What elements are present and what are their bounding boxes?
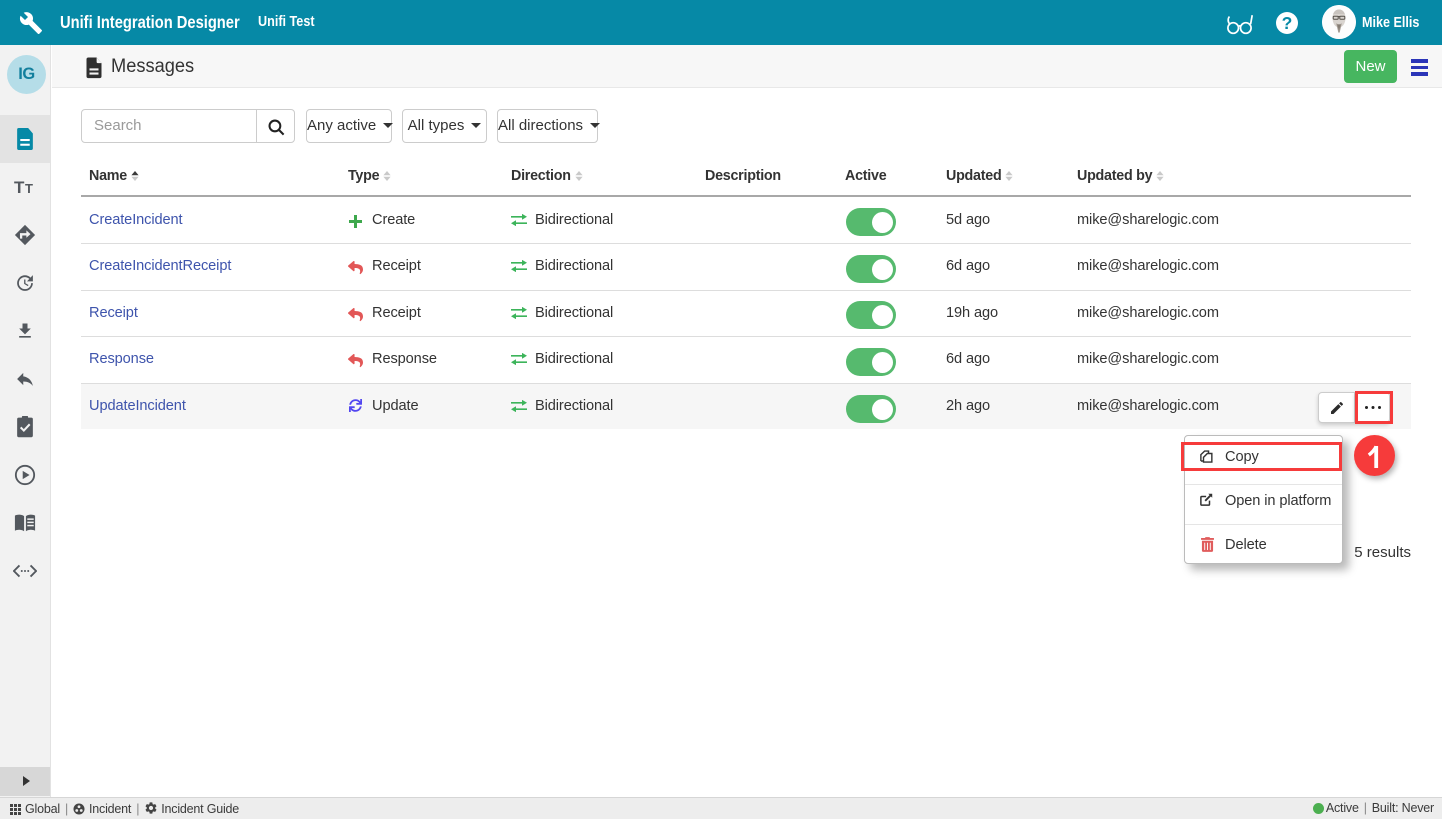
svg-text:T: T xyxy=(14,178,25,196)
svg-text:T: T xyxy=(25,181,33,196)
